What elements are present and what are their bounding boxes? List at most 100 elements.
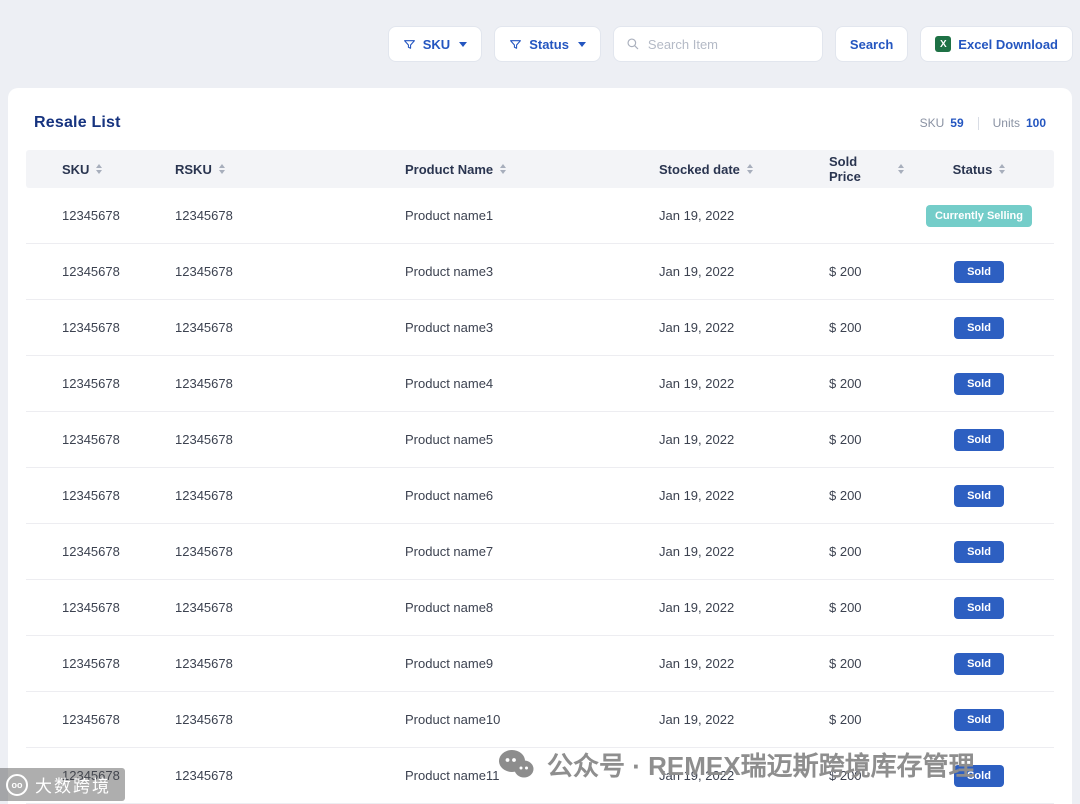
table-row: 12345678 12345678 Product name6 Jan 19, 202… — [26, 468, 1054, 524]
cell-stocked-date: Jan 19, 2022 — [659, 656, 735, 671]
cell-sold-price: $ 200 — [829, 600, 862, 615]
cell-product-name: Product name3 — [405, 320, 494, 335]
cell-rsku: 12345678 — [175, 264, 233, 279]
status-badge: Sold — [954, 428, 1004, 451]
funnel-icon — [510, 39, 522, 49]
cell-stocked-date: Jan 19, 2022 — [659, 320, 735, 335]
chevron-down-icon — [577, 41, 586, 47]
cell-status: Currently Selling — [904, 204, 1054, 227]
status-filter-button[interactable]: Status — [494, 26, 601, 62]
table-row: 12345678 12345678 Product name5 Jan 19, 202… — [26, 412, 1054, 468]
column-header-rsku[interactable]: RSKU — [141, 162, 371, 177]
sort-icon[interactable] — [96, 164, 103, 174]
search-box[interactable] — [612, 26, 823, 62]
cell-rsku: 12345678 — [175, 600, 233, 615]
cell-sku: 12345678 — [62, 208, 120, 223]
cell-sku: 12345678 — [62, 432, 120, 447]
cell-status: Sold — [904, 764, 1054, 787]
status-badge: Sold — [954, 652, 1004, 675]
excel-icon: X — [935, 36, 952, 52]
cell-status: Sold — [904, 484, 1054, 507]
table-row: 12345678 12345678 Product name9 Jan 19, 202… — [26, 636, 1054, 692]
cell-status: Sold — [904, 428, 1054, 451]
cell-product-name: Product name11 — [405, 768, 500, 783]
table-row: 12345678 12345678 Product name3 Jan 19, 202… — [26, 300, 1054, 356]
cell-sku: 12345678 — [62, 656, 120, 671]
corner-watermark: oo 大数跨境 — [0, 768, 125, 801]
cell-stocked-date: Jan 19, 2022 — [659, 376, 735, 391]
cell-sold-price: $ 200 — [829, 320, 862, 335]
sku-count-value: 59 — [950, 116, 964, 130]
units-count-label: Units — [992, 116, 1020, 130]
cell-stocked-date: Jan 19, 2022 — [659, 488, 735, 503]
status-filter-label: Status — [529, 36, 569, 52]
cell-sku: 12345678 — [62, 320, 120, 335]
units-count-value: 100 — [1025, 116, 1046, 130]
cell-rsku: 12345678 — [175, 656, 233, 671]
cell-product-name: Product name8 — [405, 600, 494, 615]
sku-filter-button[interactable]: SKU — [387, 26, 483, 62]
cell-rsku: 12345678 — [175, 320, 233, 335]
cell-status: Sold — [904, 652, 1054, 675]
column-header-status[interactable]: Status — [904, 162, 1054, 177]
status-badge: Sold — [954, 540, 1004, 563]
cell-product-name: Product name7 — [405, 544, 494, 559]
table-row: 12345678 12345678 Product name7 Jan 19, 202… — [26, 524, 1054, 580]
column-header-product-name[interactable]: Product Name — [371, 162, 614, 177]
status-badge: Sold — [954, 484, 1004, 507]
cell-status: Sold — [904, 708, 1054, 731]
column-header-sku[interactable]: SKU — [26, 162, 141, 177]
cell-stocked-date: Jan 19, 2022 — [659, 208, 735, 223]
cell-sold-price: $ 200 — [829, 656, 862, 671]
cell-product-name: Product name4 — [405, 376, 494, 391]
cell-sold-price: $ 200 — [829, 768, 862, 783]
column-label: Status — [952, 161, 993, 177]
sort-icon[interactable] — [218, 164, 225, 174]
cell-product-name: Product name10 — [405, 712, 501, 727]
sort-icon[interactable] — [999, 164, 1006, 174]
column-label: SKU — [62, 161, 90, 177]
cell-sku: 12345678 — [62, 488, 120, 503]
cell-sold-price: $ 200 — [829, 544, 862, 559]
cell-stocked-date: Jan 19, 2022 — [659, 544, 735, 559]
search-button[interactable]: Search — [834, 26, 909, 62]
cell-status: Sold — [904, 540, 1054, 563]
cell-sku: 12345678 — [62, 712, 120, 727]
divider — [977, 116, 979, 130]
cell-rsku: 12345678 — [175, 544, 233, 559]
cell-rsku: 12345678 — [175, 768, 233, 783]
cell-product-name: Product name6 — [405, 488, 494, 503]
cell-stocked-date: Jan 19, 2022 — [659, 264, 735, 279]
cell-product-name: Product name5 — [405, 432, 494, 447]
table-row: 12345678 12345678 Product name11 Jan 19, 20… — [26, 748, 1054, 804]
sort-icon[interactable] — [746, 164, 753, 174]
column-label: Sold Price — [829, 154, 861, 184]
status-badge: Sold — [954, 708, 1004, 731]
status-badge: Sold — [954, 764, 1004, 787]
cell-sold-price: $ 200 — [829, 488, 862, 503]
excel-download-button[interactable]: X Excel Download — [920, 26, 1073, 62]
cell-status: Sold — [904, 260, 1054, 283]
status-badge: Currently Selling — [925, 204, 1033, 227]
search-input[interactable] — [647, 36, 810, 52]
search-icon — [627, 38, 639, 50]
column-header-stocked-date[interactable]: Stocked date — [614, 162, 789, 177]
cell-product-name: Product name9 — [405, 656, 494, 671]
funnel-icon — [403, 39, 415, 49]
cell-sku: 12345678 — [62, 600, 120, 615]
search-button-label: Search — [849, 36, 894, 52]
corner-watermark-text: 大数跨境 — [35, 777, 111, 796]
table-row: 12345678 12345678 Product name10 Jan 19, 20… — [26, 692, 1054, 748]
sort-icon[interactable] — [500, 164, 507, 174]
cell-sold-price: $ 200 — [829, 264, 862, 279]
sku-filter-label: SKU — [422, 36, 451, 52]
cell-rsku: 12345678 — [175, 488, 233, 503]
cell-product-name: Product name3 — [405, 264, 494, 279]
table-body: 12345678 12345678 Product name1 Jan 19, 202… — [26, 188, 1054, 804]
table-header: SKU RSKU Product Name Stocked date Sold … — [26, 150, 1054, 188]
cell-status: Sold — [904, 316, 1054, 339]
resale-list-card: Resale List SKU 59 Units 100 SKU RSKU Pr… — [8, 88, 1072, 804]
cell-status: Sold — [904, 372, 1054, 395]
status-badge: Sold — [954, 372, 1004, 395]
column-header-sold-price[interactable]: Sold Price — [789, 154, 904, 184]
